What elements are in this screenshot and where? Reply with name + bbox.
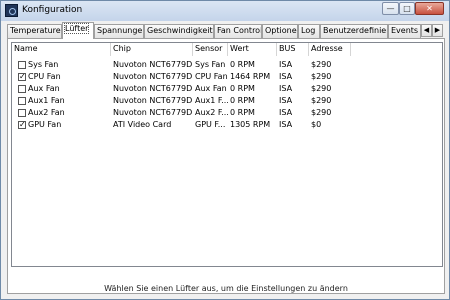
tab-optionen[interactable]: Optionen bbox=[262, 24, 298, 38]
tab-label: Events bbox=[391, 26, 419, 35]
cell-wert: 0 RPM bbox=[230, 84, 255, 93]
cell-bus: ISA bbox=[279, 108, 293, 117]
column-header-bus[interactable]: BUS bbox=[277, 43, 309, 56]
cell-wert: 1464 RPM bbox=[230, 72, 271, 81]
maximize-button[interactable]: □ bbox=[399, 2, 415, 15]
cell-wert: 0 RPM bbox=[230, 96, 255, 105]
cell-adresse: $0 bbox=[311, 120, 322, 129]
cell-bus: ISA bbox=[279, 60, 293, 69]
column-header-adresse[interactable]: Adresse bbox=[309, 43, 351, 56]
cell-adresse: $290 bbox=[311, 72, 332, 81]
tab-label: Temperaturen bbox=[10, 26, 62, 35]
tab-label: Fan Control bbox=[217, 26, 262, 35]
row-checkbox[interactable] bbox=[18, 109, 26, 117]
cell-chip: ATI Video Card bbox=[113, 120, 172, 129]
tab-luefter[interactable]: Lüfter bbox=[62, 22, 94, 39]
cell-name: GPU Fan bbox=[28, 120, 62, 129]
cell-wert: 1305 RPM bbox=[230, 120, 271, 129]
tab-benutzerdefiniert[interactable]: Benutzerdefiniert bbox=[320, 24, 388, 38]
config-window: Konfiguration — □ ✕ Temperaturen Lüfter … bbox=[0, 0, 450, 300]
tab-geschwindigkeiten[interactable]: Geschwindigkeiten bbox=[144, 24, 214, 38]
cell-sensor: CPU Fan bbox=[195, 72, 228, 81]
cell-sensor: Aux1 F... bbox=[195, 96, 228, 105]
row-checkbox[interactable] bbox=[18, 61, 26, 69]
tab-scroll-left-icon[interactable]: ◀ bbox=[421, 24, 432, 37]
app-icon bbox=[5, 4, 18, 17]
cell-bus: ISA bbox=[279, 84, 293, 93]
tab-fan-control[interactable]: Fan Control bbox=[214, 24, 262, 38]
cell-adresse: $290 bbox=[311, 96, 332, 105]
table-row[interactable]: ✓ GPU Fan ATI Video Card GPU F... 1305 R… bbox=[12, 119, 442, 131]
cell-bus: ISA bbox=[279, 96, 293, 105]
close-button[interactable]: ✕ bbox=[415, 2, 444, 15]
tab-log[interactable]: Log bbox=[298, 24, 320, 38]
tab-spannungen[interactable]: Spannungen bbox=[94, 24, 144, 38]
tab-events[interactable]: Events bbox=[388, 24, 421, 38]
tab-label: Spannungen bbox=[97, 26, 144, 35]
cell-sensor: Aux2 F... bbox=[195, 108, 228, 117]
cell-name: Aux2 Fan bbox=[28, 108, 65, 117]
row-checkbox[interactable]: ✓ bbox=[18, 121, 26, 129]
row-checkbox[interactable]: ✓ bbox=[18, 73, 26, 81]
cell-sensor: GPU F... bbox=[195, 120, 226, 129]
tab-label: Lüfter bbox=[63, 23, 90, 34]
cell-bus: ISA bbox=[279, 120, 293, 129]
cell-chip: Nuvoton NCT6779D bbox=[113, 72, 193, 81]
list-header: Name Chip Sensor Wert BUS Adresse bbox=[12, 43, 442, 56]
tab-label: Log bbox=[301, 26, 316, 35]
table-row[interactable]: Sys Fan Nuvoton NCT6779D Sys Fan 0 RPM I… bbox=[12, 59, 442, 71]
tab-temperaturen[interactable]: Temperaturen bbox=[7, 24, 62, 38]
table-row[interactable]: Aux1 Fan Nuvoton NCT6779D Aux1 F... 0 RP… bbox=[12, 95, 442, 107]
minimize-button[interactable]: — bbox=[382, 2, 399, 15]
tab-strip: Temperaturen Lüfter Spannungen Geschwind… bbox=[7, 22, 445, 39]
cell-wert: 0 RPM bbox=[230, 108, 255, 117]
row-checkbox[interactable] bbox=[18, 85, 26, 93]
column-header-sensor[interactable]: Sensor bbox=[193, 43, 228, 56]
tab-scroll-right-icon[interactable]: ▶ bbox=[432, 24, 443, 37]
cell-adresse: $290 bbox=[311, 60, 332, 69]
tab-label: Optionen bbox=[265, 26, 297, 35]
column-header-wert[interactable]: Wert bbox=[228, 43, 277, 56]
title-bar[interactable]: Konfiguration — □ ✕ bbox=[1, 1, 449, 21]
selection-hint: Wählen Sie einen Lüfter aus, um die Eins… bbox=[104, 284, 348, 293]
cell-wert: 0 RPM bbox=[230, 60, 255, 69]
tab-label: Benutzerdefiniert bbox=[323, 26, 388, 35]
table-row[interactable]: Aux2 Fan Nuvoton NCT6779D Aux2 F... 0 RP… bbox=[12, 107, 442, 119]
table-row[interactable]: Aux Fan Nuvoton NCT6779D Aux Fan 0 RPM I… bbox=[12, 83, 442, 95]
cell-chip: Nuvoton NCT6779D bbox=[113, 84, 193, 93]
cell-chip: Nuvoton NCT6779D bbox=[113, 96, 193, 105]
window-title: Konfiguration bbox=[22, 5, 83, 15]
cell-chip: Nuvoton NCT6779D bbox=[113, 108, 193, 117]
cell-sensor: Sys Fan bbox=[195, 60, 226, 69]
fan-panel: Name Chip Sensor Wert BUS Adresse Sys Fa… bbox=[7, 38, 445, 294]
cell-adresse: $290 bbox=[311, 84, 332, 93]
column-header-chip[interactable]: Chip bbox=[111, 43, 193, 56]
cell-name: Aux Fan bbox=[28, 84, 60, 93]
cell-sensor: Aux Fan bbox=[195, 84, 227, 93]
table-row[interactable]: ✓ CPU Fan Nuvoton NCT6779D CPU Fan 1464 … bbox=[12, 71, 442, 83]
column-header-name[interactable]: Name bbox=[12, 43, 111, 56]
fan-list[interactable]: Name Chip Sensor Wert BUS Adresse Sys Fa… bbox=[11, 42, 443, 267]
cell-bus: ISA bbox=[279, 72, 293, 81]
cell-name: Aux1 Fan bbox=[28, 96, 65, 105]
cell-name: CPU Fan bbox=[28, 72, 61, 81]
cell-chip: Nuvoton NCT6779D bbox=[113, 60, 193, 69]
cell-adresse: $290 bbox=[311, 108, 332, 117]
cell-name: Sys Fan bbox=[28, 60, 59, 69]
tab-label: Geschwindigkeiten bbox=[147, 26, 213, 35]
row-checkbox[interactable] bbox=[18, 97, 26, 105]
